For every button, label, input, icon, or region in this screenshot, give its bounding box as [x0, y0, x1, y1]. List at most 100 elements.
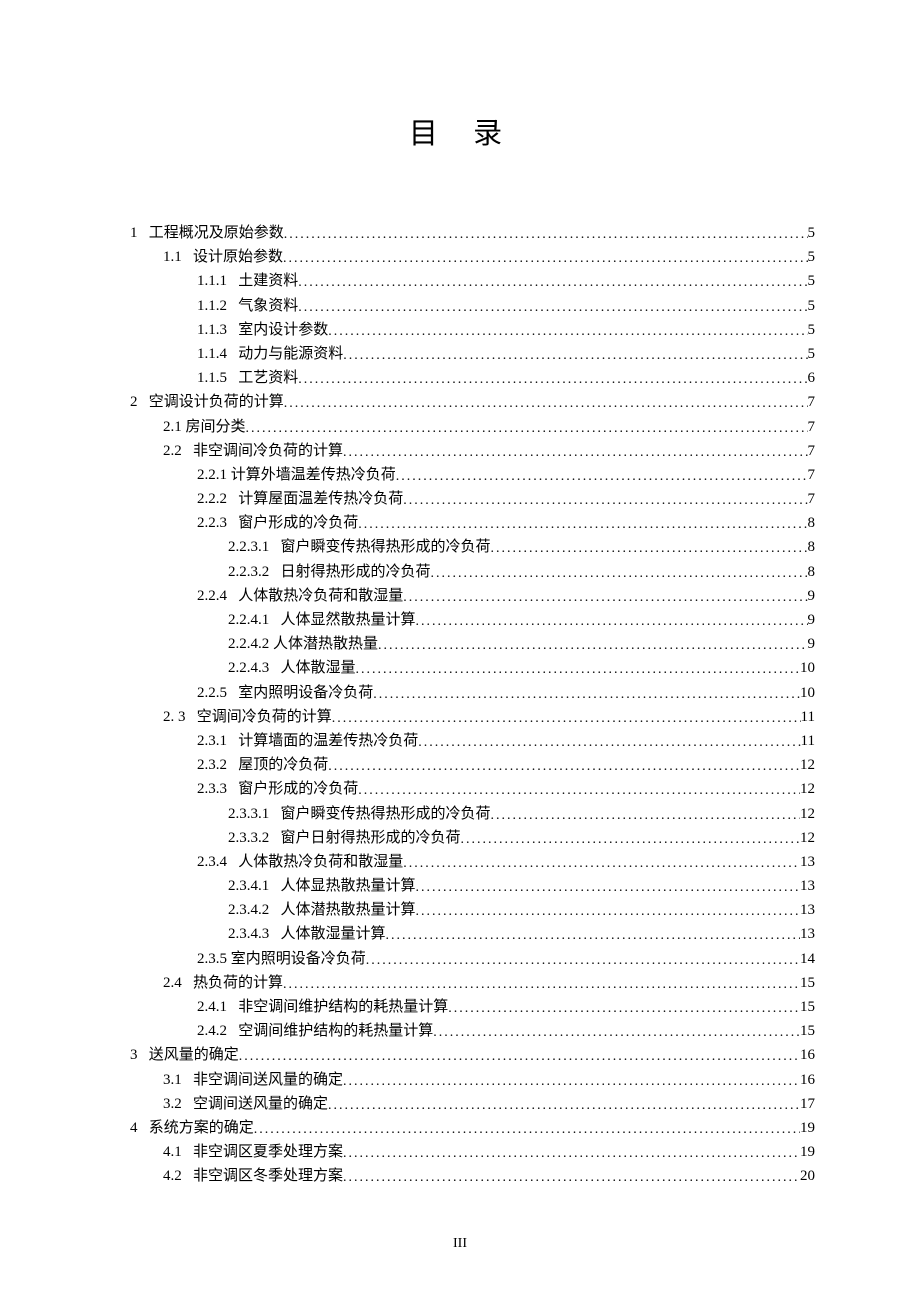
toc-entry-number: 3 [130, 1044, 149, 1068]
toc-entry-number: 3.2 [163, 1093, 193, 1117]
toc-leader-dots [491, 538, 808, 560]
toc-entry-text: 非空调区冬季处理方案 [193, 1165, 343, 1189]
toc-entry: 3.1非空调间送风量的确定16 [110, 1069, 815, 1093]
toc-entry-number: 2.3.4.1 [228, 875, 281, 899]
toc-entry-text: 非空调间维护结构的耗热量计算 [238, 996, 448, 1020]
toc-entry-number: 2.2.1 [197, 464, 231, 488]
toc-entry-page: 16 [800, 1069, 815, 1093]
toc-entry-page: 13 [800, 875, 815, 899]
toc-entry-text: 人体散热冷负荷和散湿量 [238, 851, 403, 875]
toc-entry: 2.3.4.3人体散湿量计算13 [110, 923, 815, 947]
toc-entry-text: 室内照明设备冷负荷 [231, 948, 366, 972]
toc-entry: 2.3.3.2窗户日射得热形成的冷负荷12 [110, 827, 815, 851]
toc-entry-page: 7 [808, 464, 816, 488]
toc-entry: 2空调设计负荷的计算7 [110, 391, 815, 415]
toc-leader-dots [356, 659, 800, 681]
toc-entry-page: 5 [808, 270, 816, 294]
toc-entry-page: 5 [808, 343, 816, 367]
toc-entry: 2.2.4人体散热冷负荷和散湿量 9 [110, 585, 815, 609]
toc-entry: 2.2.1计算外墙温差传热冷负荷 7 [110, 464, 815, 488]
toc-entry-text: 人体散湿量 [281, 657, 356, 681]
toc-entry-page: 19 [800, 1117, 815, 1141]
toc-entry-number: 2.3.3.2 [228, 827, 281, 851]
toc-entry-page: 6 [808, 367, 816, 391]
toc-entry: 4系统方案的确定19 [110, 1117, 815, 1141]
toc-leader-dots [358, 780, 800, 802]
toc-entry-text: 窗户瞬变传热得热形成的冷负荷 [281, 536, 491, 560]
toc-entry-page: 19 [800, 1141, 815, 1165]
toc-entry-number: 1.1.3 [197, 319, 238, 343]
toc-entry-number: 2.4.1 [197, 996, 238, 1020]
toc-entry-text: 室内照明设备冷负荷 [238, 682, 373, 706]
toc-entry-text: 空调设计负荷的计算 [149, 391, 284, 415]
toc-entry: 2.3.1计算墙面的温差传热冷负荷11 [110, 730, 815, 754]
toc-leader-dots [284, 224, 808, 246]
toc-leader-dots [246, 418, 808, 440]
toc-entry-number: 2.3.5 [197, 948, 231, 972]
toc-entry: 2.3.3.1窗户瞬变传热得热形成的冷负荷12 [110, 803, 815, 827]
toc-entry-page: 9 [808, 585, 816, 609]
toc-entry-page: 13 [800, 923, 815, 947]
toc-entry-number: 2.2.4.1 [228, 609, 281, 633]
toc-entry: 2.2.4.3人体散湿量10 [110, 657, 815, 681]
toc-entry-number: 2.2.4.3 [228, 657, 281, 681]
toc-entry: 2.3.4.2人体潜热散热量计算13 [110, 899, 815, 923]
toc-entry-number: 2.3.3 [197, 778, 238, 802]
toc-entry-number: 2.2.3.1 [228, 536, 281, 560]
toc-entry: 2.2.5室内照明设备冷负荷10 [110, 682, 815, 706]
toc-entry-page: 5 [808, 295, 816, 319]
toc-entry-text: 人体散热冷负荷和散湿量 [238, 585, 403, 609]
toc-entry-number: 4 [130, 1117, 149, 1141]
toc-leader-dots [239, 1046, 800, 1068]
toc-entry: 2.2.4.2人体潜热散热量9 [110, 633, 815, 657]
toc-entry-page: 8 [808, 536, 816, 560]
toc-entry: 2.3.2屋顶的冷负荷12 [110, 754, 815, 778]
toc-entry-text: 人体显热散热量计算 [281, 875, 416, 899]
toc-leader-dots [386, 925, 800, 947]
toc-entry-page: 8 [808, 512, 816, 536]
toc-entry-page: 7 [808, 416, 816, 440]
toc-entry-number: 2.2.2 [197, 488, 238, 512]
toc-entry-number: 2.2.4 [197, 585, 238, 609]
toc-leader-dots [298, 297, 807, 319]
toc-entry: 2. 3空调间冷负荷的计算11 [110, 706, 815, 730]
toc-entry-text: 热负荷的计算 [193, 972, 283, 996]
toc-entry-number: 2.2.5 [197, 682, 238, 706]
toc-entry-number: 2.4 [163, 972, 193, 996]
toc-entry-page: 11 [801, 730, 815, 754]
toc-entry-page: 9 [808, 609, 816, 633]
toc-leader-dots [283, 974, 800, 996]
toc-entry-number: 4.2 [163, 1165, 193, 1189]
toc-entry: 2.3.4.1人体显热散热量计算 13 [110, 875, 815, 899]
toc-entry-number: 2.4.2 [197, 1020, 238, 1044]
toc-leader-dots [298, 272, 807, 294]
toc-entry-text: 工程概况及原始参数 [149, 222, 284, 246]
toc-leader-dots [416, 901, 800, 923]
toc-leader-dots [378, 635, 807, 657]
toc-entry-page: 15 [800, 972, 815, 996]
toc-entry-page: 12 [800, 778, 815, 802]
toc-leader-dots [343, 1071, 800, 1093]
toc-entry: 1.1设计原始参数5 [110, 246, 815, 270]
toc-entry-page: 12 [800, 754, 815, 778]
toc-leader-dots [343, 1143, 800, 1165]
toc-entry: 2.2.2计算屋面温差传热冷负荷7 [110, 488, 815, 512]
toc-entry-number: 2 [130, 391, 149, 415]
toc-entry: 2.2.3.1窗户瞬变传热得热形成的冷负荷 8 [110, 536, 815, 560]
toc-entry: 1.1.2气象资料5 [110, 295, 815, 319]
toc-entry-number: 2.3.1 [197, 730, 238, 754]
toc-entry-number: 1.1.4 [197, 343, 238, 367]
toc-entry-text: 计算外墙温差传热冷负荷 [231, 464, 396, 488]
toc-entry-number: 2.3.4.3 [228, 923, 281, 947]
toc-entry-page: 17 [800, 1093, 815, 1117]
toc-entry-number: 2.2.3 [197, 512, 238, 536]
toc-entry-number: 2. 3 [163, 706, 197, 730]
toc-entry-page: 9 [808, 633, 816, 657]
toc-entry-page: 16 [800, 1044, 815, 1068]
toc-entry-number: 2.3.3.1 [228, 803, 281, 827]
toc-entry-text: 设计原始参数 [193, 246, 283, 270]
toc-entry-page: 11 [801, 706, 815, 730]
toc-entry-text: 气象资料 [238, 295, 298, 319]
toc-leader-dots [328, 1095, 800, 1117]
toc-leader-dots [403, 587, 807, 609]
